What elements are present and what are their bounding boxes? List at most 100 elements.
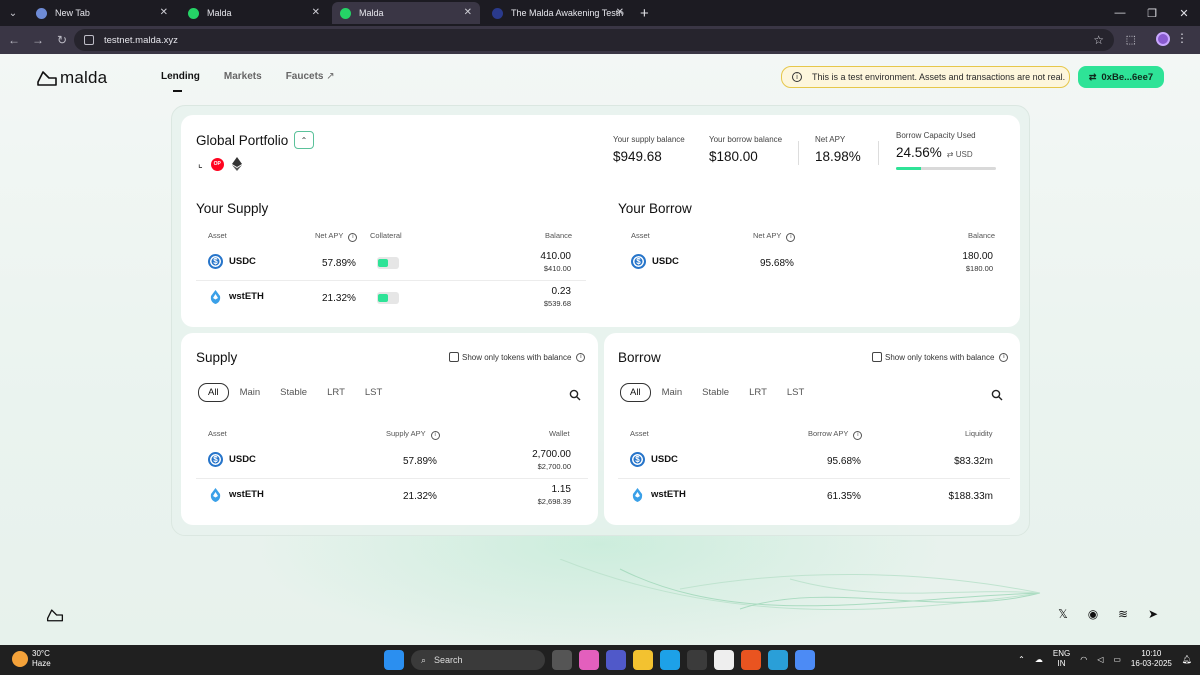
filter-stable[interactable]: Stable: [702, 387, 729, 398]
footer-logo-icon[interactable]: [46, 607, 64, 623]
language-indicator[interactable]: ENG IN: [1053, 649, 1070, 669]
filter-stable[interactable]: Stable: [280, 387, 307, 398]
social-links: 𝕏 ◉ ≋ ➤: [1056, 607, 1160, 621]
checkbox[interactable]: [872, 352, 882, 362]
filter-main[interactable]: Main: [662, 387, 683, 398]
search-icon[interactable]: [991, 389, 1003, 401]
maximize-icon[interactable]: ❐: [1136, 7, 1168, 20]
tab-malda-active[interactable]: Malda ✕: [332, 2, 480, 24]
close-icon[interactable]: ✕: [464, 7, 472, 18]
profile-avatar[interactable]: [1156, 32, 1170, 46]
filter-lst[interactable]: LST: [365, 387, 382, 398]
new-tab-icon[interactable]: +: [640, 5, 649, 22]
info-icon[interactable]: i: [853, 430, 863, 440]
table-row-asset[interactable]: wstETH: [208, 487, 264, 502]
copilot-icon[interactable]: [579, 650, 599, 670]
wifi-icon[interactable]: ◠: [1080, 655, 1087, 664]
ubuntu-icon[interactable]: [741, 650, 761, 670]
edge-icon[interactable]: [660, 650, 680, 670]
capacity-value: 24.56%: [896, 145, 942, 160]
store-icon[interactable]: [687, 650, 707, 670]
chevron-up-icon[interactable]: ⌃: [1018, 655, 1025, 664]
search-icon[interactable]: [569, 389, 581, 401]
checkbox-label: Show only tokens with balance: [462, 352, 572, 362]
collateral-toggle[interactable]: [377, 292, 399, 304]
info-icon[interactable]: i: [786, 232, 796, 242]
balance-filter-checkbox[interactable]: Show only tokens with balance i: [449, 352, 586, 362]
filter-all[interactable]: All: [620, 383, 651, 402]
filter-all[interactable]: All: [198, 383, 229, 402]
nav-lending[interactable]: Lending: [161, 71, 200, 82]
task-view-icon[interactable]: [552, 650, 572, 670]
onedrive-icon[interactable]: ☁: [1035, 655, 1043, 664]
notifications-icon[interactable]: 🔔︎: [1182, 655, 1192, 664]
collapse-toggle-icon[interactable]: ⌃: [294, 131, 314, 149]
tab-malda-awakening[interactable]: The Malda Awakening Testnet G ✕: [484, 2, 632, 24]
chrome-app-icon[interactable]: [795, 650, 815, 670]
tab-malda-1[interactable]: Malda ✕: [180, 2, 328, 24]
tab-search-icon[interactable]: ⌄: [2, 3, 24, 23]
close-icon[interactable]: ✕: [616, 7, 624, 18]
x-twitter-icon[interactable]: 𝕏: [1056, 607, 1070, 621]
forward-icon[interactable]: →: [26, 33, 50, 47]
table-row-asset[interactable]: $ USDC: [208, 254, 256, 269]
weather-widget[interactable]: 30°C Haze: [12, 649, 51, 669]
bookmark-star-icon[interactable]: ☆: [1093, 33, 1104, 47]
file-explorer-icon[interactable]: [633, 650, 653, 670]
telegram-app-icon[interactable]: [768, 650, 788, 670]
site-info-icon[interactable]: [84, 35, 94, 45]
col-asset: Asset: [208, 429, 227, 438]
clock[interactable]: 10:10 16-03-2025: [1131, 649, 1172, 669]
windows-start-icon[interactable]: [384, 650, 404, 670]
row-divider: [196, 478, 588, 479]
notes-icon[interactable]: [714, 650, 734, 670]
col-net-apy: Net APY i: [315, 231, 358, 242]
nav-markets[interactable]: Markets: [224, 71, 262, 82]
info-icon[interactable]: i: [999, 352, 1009, 362]
layers-icon[interactable]: ≋: [1116, 607, 1130, 621]
wallet-button[interactable]: ⇄ 0xBe...6ee7: [1078, 66, 1164, 88]
taskbar-search[interactable]: ⌕ Search: [411, 650, 545, 670]
info-icon[interactable]: i: [430, 430, 440, 440]
supply-market-card: Supply Show only tokens with balance i A…: [181, 333, 598, 525]
reload-icon[interactable]: ↻: [50, 33, 74, 47]
minimize-icon[interactable]: —: [1104, 7, 1136, 19]
tab-new-tab[interactable]: New Tab ✕: [28, 2, 176, 24]
telegram-icon[interactable]: ➤: [1146, 607, 1160, 621]
volume-icon[interactable]: ◁: [1097, 655, 1103, 664]
asset-name: wstETH: [229, 291, 264, 302]
table-row-asset[interactable]: $ USDC: [630, 452, 678, 467]
filter-lrt[interactable]: LRT: [749, 387, 767, 398]
logo-text: malda: [60, 68, 108, 87]
info-icon[interactable]: i: [348, 232, 358, 242]
balance-filter-checkbox[interactable]: Show only tokens with balance i: [872, 352, 1009, 362]
close-window-icon[interactable]: ✕: [1168, 7, 1200, 20]
wallet-usd: $2,700.00: [537, 462, 571, 471]
stat-borrow-balance: Your borrow balance $180.00: [709, 135, 782, 164]
back-icon[interactable]: ←: [2, 33, 26, 47]
checkbox[interactable]: [449, 352, 459, 362]
currency-switch[interactable]: ⇄ USD: [947, 150, 973, 159]
filter-main[interactable]: Main: [240, 387, 261, 398]
teams-icon[interactable]: [606, 650, 626, 670]
table-row-asset[interactable]: $ USDC: [208, 452, 256, 467]
table-row-asset[interactable]: wstETH: [208, 289, 264, 304]
nav-faucets[interactable]: Faucets ↗: [286, 71, 335, 82]
extensions-icon[interactable]: ⬚: [1126, 33, 1136, 46]
table-row-asset[interactable]: $ USDC: [631, 254, 679, 269]
battery-icon[interactable]: ▭: [1113, 655, 1121, 664]
menu-kebab-icon[interactable]: ⋮: [1176, 31, 1188, 45]
malda-logo[interactable]: malda: [36, 68, 107, 88]
filter-lst[interactable]: LST: [787, 387, 804, 398]
stat-label: Net APY: [815, 135, 846, 144]
balance-value: 410.00: [540, 251, 571, 262]
close-icon[interactable]: ✕: [160, 7, 168, 18]
address-bar[interactable]: testnet.malda.xyz ☆: [74, 29, 1114, 51]
close-icon[interactable]: ✕: [312, 7, 320, 18]
collateral-toggle[interactable]: [377, 257, 399, 269]
info-icon[interactable]: i: [576, 352, 586, 362]
filter-lrt[interactable]: LRT: [327, 387, 345, 398]
discord-icon[interactable]: ◉: [1086, 607, 1100, 621]
table-row-asset[interactable]: wstETH: [630, 487, 686, 502]
row-divider: [196, 280, 586, 281]
